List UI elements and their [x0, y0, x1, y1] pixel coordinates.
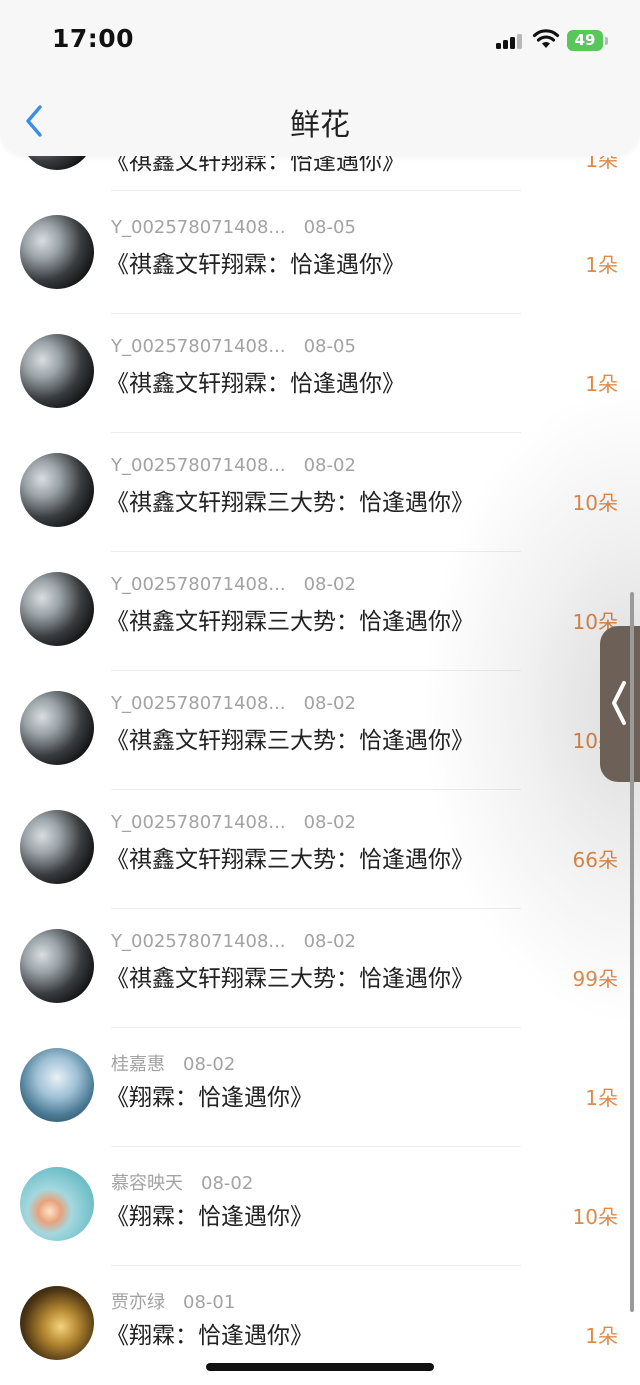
flower-count: 10朵: [572, 1205, 618, 1229]
list-item[interactable]: Y_002578071408... 08-05 《祺鑫文轩翔霖：恰逢遇你》 1朵: [0, 195, 640, 314]
avatar: [20, 1167, 94, 1241]
user-name: 桂嘉惠: [111, 1054, 165, 1075]
book-title: 《翔霖：恰逢遇你》: [106, 1204, 313, 1230]
item-meta: Y_002578071408... 08-02: [111, 455, 356, 476]
item-meta: 贾亦绿 08-01: [111, 1288, 235, 1314]
user-name: Y_002578071408...: [111, 693, 286, 714]
item-date: 08-01: [183, 1292, 236, 1313]
list-item[interactable]: 慕容映天 08-02 《翔霖：恰逢遇你》 10朵: [0, 1147, 640, 1266]
item-date: 08-02: [303, 931, 356, 952]
avatar: [20, 929, 94, 1003]
item-meta: Y_002578071408... 08-02: [111, 693, 356, 714]
book-title: 《祺鑫文轩翔霖三大势：恰逢遇你》: [106, 609, 474, 635]
divider: [111, 190, 521, 191]
book-title: 《祺鑫文轩翔霖三大势：恰逢遇你》: [106, 728, 474, 754]
battery-level: 49: [574, 31, 596, 49]
avatar: [20, 691, 94, 765]
list-item[interactable]: Y_002578071408... 08-05 《祺鑫文轩翔霖：恰逢遇你》 1朵: [0, 314, 640, 433]
list-item[interactable]: Y_002578071408... 08-02 《祺鑫文轩翔霖三大势：恰逢遇你》 …: [0, 790, 640, 909]
page-title: 鲜花: [290, 108, 350, 143]
item-date: 08-02: [201, 1173, 254, 1194]
flower-count: 66朵: [572, 848, 618, 872]
item-meta: 慕容映天 08-02: [111, 1169, 253, 1195]
user-name: 慕容映天: [111, 1173, 183, 1194]
item-date: 08-05: [303, 336, 356, 357]
side-drawer-handle[interactable]: [600, 626, 640, 782]
item-date: 08-02: [303, 693, 356, 714]
user-name: 贾亦绿: [111, 1292, 165, 1313]
flower-count: 10朵: [572, 491, 618, 515]
flower-count: 99朵: [572, 967, 618, 991]
cellular-signal-icon: [496, 33, 524, 49]
chevron-left-icon: [612, 681, 626, 725]
item-date: 08-02: [303, 455, 356, 476]
item-date: 08-02: [183, 1054, 236, 1075]
list-item[interactable]: Y_002578071408... 08-02 《祺鑫文轩翔霖三大势：恰逢遇你》 …: [0, 552, 640, 671]
flower-count: 1朵: [585, 1324, 618, 1348]
app-screen: 《祺鑫文轩翔霖：恰逢遇你》 1朵 Y_002578071408... 08-05 …: [0, 0, 640, 1385]
list-item[interactable]: 桂嘉惠 08-02 《翔霖：恰逢遇你》 1朵: [0, 1028, 640, 1147]
avatar: [20, 1286, 94, 1360]
flower-count: 1朵: [585, 253, 618, 277]
user-name: Y_002578071408...: [111, 336, 286, 357]
item-meta: Y_002578071408... 08-02: [111, 574, 356, 595]
home-indicator[interactable]: [206, 1363, 434, 1371]
book-title: 《祺鑫文轩翔霖：恰逢遇你》: [106, 252, 405, 278]
list-item[interactable]: Y_002578071408... 08-02 《祺鑫文轩翔霖三大势：恰逢遇你》 …: [0, 671, 640, 790]
flower-count: 1朵: [585, 1086, 618, 1110]
item-date: 08-05: [303, 217, 356, 238]
item-meta: Y_002578071408... 08-02: [111, 812, 356, 833]
avatar: [20, 215, 94, 289]
flower-count: 1朵: [585, 372, 618, 396]
status-time: 17:00: [52, 24, 135, 53]
user-name: Y_002578071408...: [111, 931, 286, 952]
item-meta: Y_002578071408... 08-05: [111, 217, 356, 238]
user-name: Y_002578071408...: [111, 574, 286, 595]
battery-tip: [605, 37, 608, 45]
user-name: Y_002578071408...: [111, 217, 286, 238]
item-meta: Y_002578071408... 08-05: [111, 336, 356, 357]
user-name: Y_002578071408...: [111, 455, 286, 476]
book-title: 《祺鑫文轩翔霖三大势：恰逢遇你》: [106, 966, 474, 992]
book-title: 《祺鑫文轩翔霖：恰逢遇你》: [106, 371, 405, 397]
avatar: [20, 572, 94, 646]
item-meta: Y_002578071408... 08-02: [111, 931, 356, 952]
book-title: 《翔霖：恰逢遇你》: [106, 1323, 313, 1349]
item-date: 08-02: [303, 812, 356, 833]
avatar: [20, 453, 94, 527]
top-bar: 17:00 49 鲜花: [0, 0, 640, 156]
list-item[interactable]: Y_002578071408... 08-02 《祺鑫文轩翔霖三大势：恰逢遇你》 …: [0, 909, 640, 1028]
book-title: 《祺鑫文轩翔霖三大势：恰逢遇你》: [106, 847, 474, 873]
scrollbar[interactable]: [630, 592, 634, 1312]
wifi-icon: [532, 29, 560, 48]
battery-icon: 49: [567, 30, 603, 51]
avatar: [20, 810, 94, 884]
book-title: 《翔霖：恰逢遇你》: [106, 1085, 313, 1111]
item-meta: 桂嘉惠 08-02: [111, 1050, 235, 1076]
user-name: Y_002578071408...: [111, 812, 286, 833]
list-item[interactable]: Y_002578071408... 08-02 《祺鑫文轩翔霖三大势：恰逢遇你》 …: [0, 433, 640, 552]
item-date: 08-02: [303, 574, 356, 595]
avatar: [20, 1048, 94, 1122]
book-title: 《祺鑫文轩翔霖三大势：恰逢遇你》: [106, 490, 474, 516]
avatar: [20, 334, 94, 408]
